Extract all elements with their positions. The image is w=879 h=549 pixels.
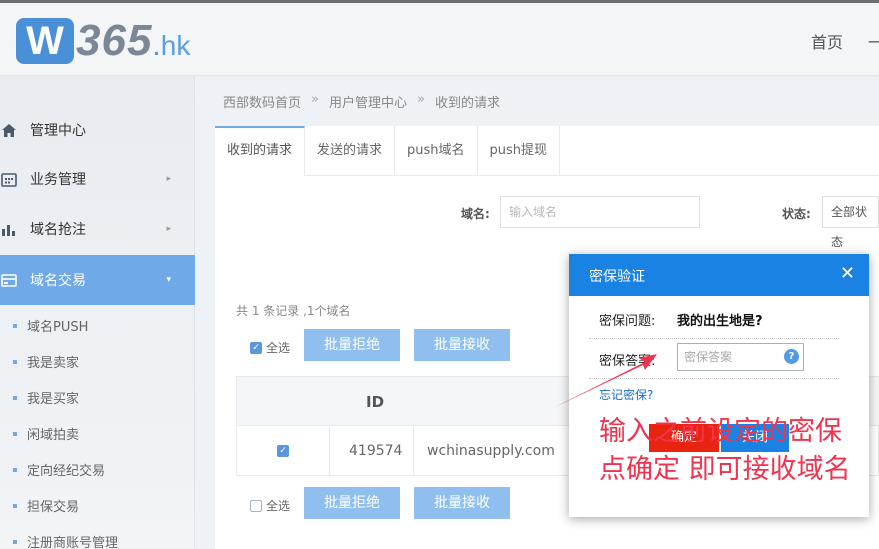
question-label: 密保问题: xyxy=(599,314,656,329)
tab-bar: 收到的请求 发送的请求 push域名 push提现 xyxy=(215,126,879,176)
top-bar: W 365 . hk 首页 一 xyxy=(0,0,879,76)
select-all-top[interactable]: ✓ 全选 xyxy=(250,339,290,356)
close-icon[interactable]: ✕ xyxy=(840,263,855,284)
bullet xyxy=(13,503,17,508)
status-filter-label: 状态: xyxy=(782,207,811,221)
sidebar-sub-escrow[interactable]: 担保交易 xyxy=(13,496,79,515)
bullet xyxy=(13,359,17,364)
nav-more[interactable]: 一 xyxy=(868,29,879,53)
record-summary: 共 1 条记录 ,1个域名 xyxy=(236,304,351,318)
breadcrumb-item[interactable]: 用户管理中心 xyxy=(329,92,407,111)
bullet xyxy=(13,539,17,544)
logo-dot: . xyxy=(152,29,161,62)
select-all-label: 全选 xyxy=(266,341,291,355)
tab-sent-requests[interactable]: 发送的请求 xyxy=(305,126,396,176)
bullet xyxy=(13,395,17,400)
tab-push-withdraw[interactable]: push提现 xyxy=(478,126,561,176)
annotation-line-1: 输入之前设定的密保 xyxy=(599,416,842,447)
sidebar-sub-label: 担保交易 xyxy=(27,500,80,515)
bulk-accept-button[interactable]: 批量接收 xyxy=(414,329,510,361)
annotation-arrow-icon xyxy=(553,354,657,408)
sidebar-sub-buyer[interactable]: 我是买家 xyxy=(13,388,79,407)
sidebar-sub-auction[interactable]: 闲域拍卖 xyxy=(13,424,79,443)
sidebar-item-label: 管理中心 xyxy=(30,123,86,139)
select-all-checkbox[interactable]: ✓ xyxy=(250,341,262,354)
chevron-right-icon: ▸ xyxy=(166,174,171,184)
sidebar-sub-seller[interactable]: 我是卖家 xyxy=(13,352,79,371)
dialog-header: 密保验证 ✕ xyxy=(569,254,869,296)
domain-filter-label: 域名: xyxy=(461,207,490,221)
sidebar-sub-domain-push[interactable]: 域名PUSH xyxy=(13,316,88,335)
sidebar-item-domain-trade[interactable]: 域名交易 ▾ xyxy=(0,255,195,305)
column-header-id: ID xyxy=(366,393,385,411)
bullet xyxy=(13,431,17,436)
sidebar-item-label: 业务管理 xyxy=(30,172,86,188)
row-domain: wchinasupply.com xyxy=(427,443,555,459)
tab-push-domains[interactable]: push域名 xyxy=(395,126,478,176)
select-all-bottom[interactable]: 全选 xyxy=(250,497,290,514)
breadcrumb-separator: » xyxy=(311,92,319,107)
breadcrumb-item[interactable]: 西部数码首页 xyxy=(223,92,301,111)
logo[interactable]: W 365 . hk xyxy=(16,13,190,69)
sidebar-item-management-center[interactable]: 管理中心 xyxy=(0,105,195,155)
sidebar: 管理中心 业务管理 ▸ 域名抢注 ▸ 域名交易 ▾ 域名PUSH 我是卖家 我是… xyxy=(0,76,195,549)
sidebar-sub-registrar-accounts[interactable]: 注册商账号管理 xyxy=(13,532,118,549)
home-icon xyxy=(0,121,18,139)
answer-placeholder: 密保答案 xyxy=(684,350,733,364)
sidebar-sub-label: 我是卖家 xyxy=(27,356,80,371)
breadcrumb-item: 收到的请求 xyxy=(434,96,500,111)
grid-icon xyxy=(0,170,18,188)
sidebar-item-business[interactable]: 业务管理 ▸ xyxy=(0,154,195,204)
domain-filter-input[interactable]: 输入域名 xyxy=(500,196,700,228)
chevron-right-icon: ▸ xyxy=(166,224,171,234)
bulk-accept-button[interactable]: 批量接收 xyxy=(414,487,510,519)
sidebar-sub-label: 闲域拍卖 xyxy=(27,428,80,443)
sidebar-sub-label: 域名PUSH xyxy=(27,320,89,335)
bullet xyxy=(13,323,17,328)
answer-input[interactable]: 密保答案 ? xyxy=(677,343,804,371)
bar-chart-icon xyxy=(0,220,18,238)
select-all-label: 全选 xyxy=(266,499,291,513)
logo-mark: W xyxy=(16,18,74,64)
row-id: 419574 xyxy=(349,443,403,459)
sidebar-item-label: 域名抢注 xyxy=(30,222,86,238)
card-icon xyxy=(0,271,18,289)
breadcrumb: 西部数码首页 » 用户管理中心 » 收到的请求 xyxy=(223,92,500,111)
logo-number: 365 xyxy=(76,16,153,65)
sidebar-sub-label: 我是买家 xyxy=(27,392,80,407)
logo-tld: hk xyxy=(160,30,191,61)
question-text: 我的出生地是? xyxy=(677,314,763,329)
annotation-line-2: 点确定 即可接收域名 xyxy=(599,454,851,485)
chevron-down-icon: ▾ xyxy=(166,275,171,285)
tab-received-requests[interactable]: 收到的请求 xyxy=(215,126,306,176)
help-icon[interactable]: ? xyxy=(784,349,799,364)
sidebar-sub-label: 定向经纪交易 xyxy=(27,464,106,479)
dotted-divider xyxy=(589,338,839,339)
nav-home-link[interactable]: 首页 xyxy=(811,29,843,53)
select-all-checkbox[interactable] xyxy=(250,499,262,512)
dialog-title: 密保验证 xyxy=(589,269,645,285)
sidebar-sub-label: 注册商账号管理 xyxy=(27,536,119,549)
row-checkbox[interactable]: ✓ xyxy=(277,445,289,457)
status-filter-select[interactable]: 全部状态 xyxy=(822,196,879,249)
bulk-reject-button[interactable]: 批量拒绝 xyxy=(304,487,400,519)
bullet xyxy=(13,467,17,472)
breadcrumb-separator: » xyxy=(417,92,425,107)
sidebar-sub-broker[interactable]: 定向经纪交易 xyxy=(13,460,105,479)
sidebar-item-label: 域名交易 xyxy=(30,273,86,289)
bulk-reject-button[interactable]: 批量拒绝 xyxy=(304,329,400,361)
sidebar-item-domain-snap[interactable]: 域名抢注 ▸ xyxy=(0,204,195,254)
